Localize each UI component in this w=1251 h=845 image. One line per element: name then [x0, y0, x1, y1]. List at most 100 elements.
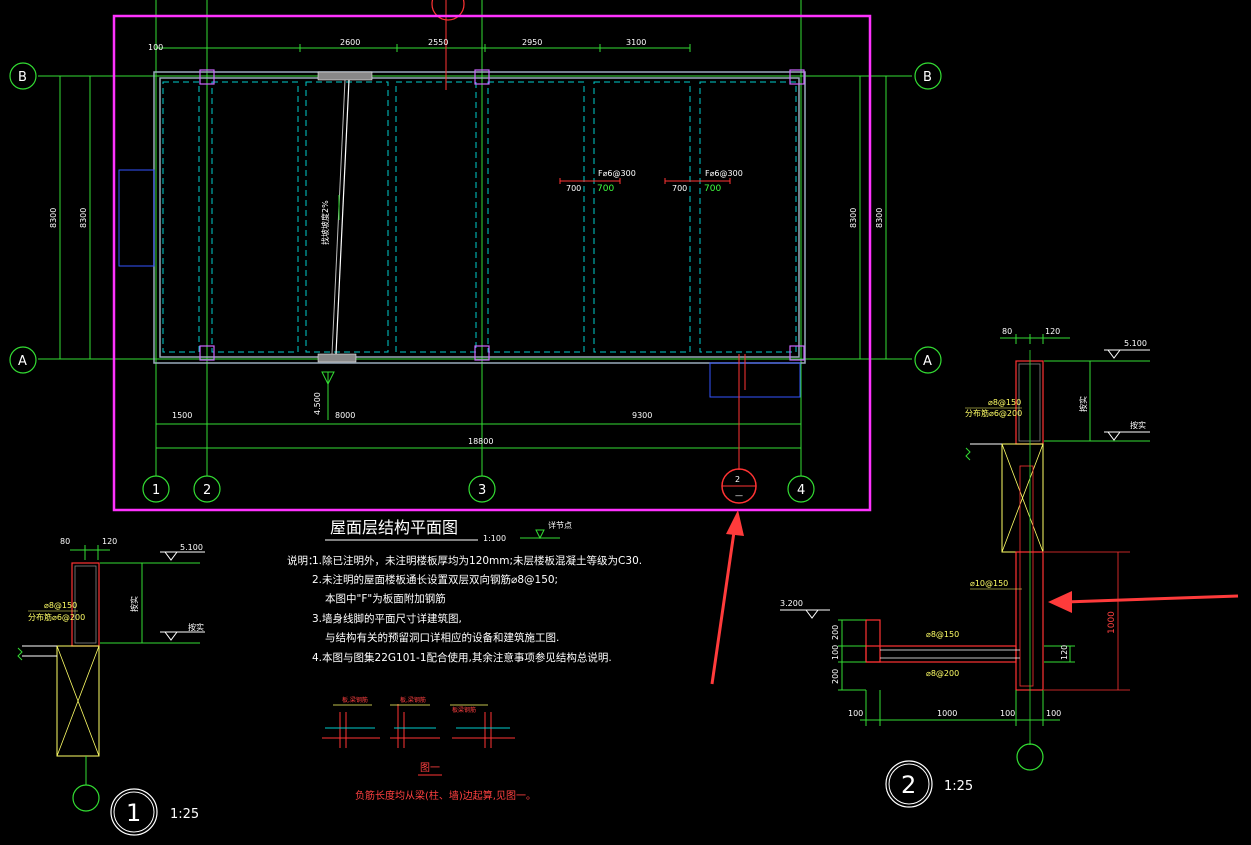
rebar-note-2: F⌀6@300 [705, 169, 743, 178]
columns [199, 69, 805, 361]
figure-note: 负筋长度均从梁(柱、墙)边起算,见图一。 [355, 789, 536, 802]
roof-structure-plan: 找坡坡度2% F⌀6@300 700 700 F⌀6@300 700 700 1… [9, 0, 942, 504]
dim-left-inner: 8300 [79, 208, 88, 228]
dim-top-2550: 2550 [428, 38, 448, 47]
d2-rebar-3: ⌀10@150 [970, 579, 1008, 588]
d1-elev: 5.100 [180, 543, 203, 552]
d2-side-label: 按实 [1078, 396, 1088, 412]
dim-top-2950: 2950 [522, 38, 542, 47]
red-lines [445, 0, 746, 470]
plan-scale: 1:100 [483, 534, 506, 543]
svg-text:1:25: 1:25 [170, 807, 199, 822]
d2-vdim-3: 200 [831, 669, 840, 684]
dim-left-outer: 8300 [49, 208, 58, 228]
d2-rebar-5: ⌀8@200 [926, 669, 959, 678]
d1-dim-80: 80 [60, 537, 70, 546]
svg-text:2: 2 [901, 771, 916, 799]
plan-dimensions: 100 2600 2550 2950 3100 8300 8300 8300 8… [49, 38, 884, 446]
detail-2: 80 120 5.100 按实 按实 ⌀8@150 分布筋⌀6@200 ⌀10@… [780, 327, 1150, 808]
note-line-1: 1.除已注明外，未注明楼板厚均为120mm;未层楼板混凝土等级为C30. [312, 554, 642, 567]
detail-2-label: 2 1:25 [885, 760, 973, 808]
svg-text:1: 1 [126, 799, 141, 827]
axis-bubble-1: 1 [142, 475, 170, 503]
d2-dim-80: 80 [1002, 327, 1012, 336]
dim-total: 18800 [468, 437, 493, 446]
dim-bottom-9300: 9300 [632, 411, 652, 420]
slope-text: 找坡坡度2% [320, 200, 330, 245]
axis-bubble-B-right: B [914, 62, 942, 90]
svg-text:2: 2 [735, 475, 740, 484]
dim-right-inner: 8300 [849, 208, 858, 228]
d2-vdim-2: 100 [831, 645, 840, 660]
left-opening [118, 169, 155, 267]
svg-text:B: B [18, 70, 27, 85]
d2-rebar-2: 分布筋⌀6@200 [965, 408, 1022, 418]
figure-caption: 图一 [420, 762, 440, 774]
d2-dim-120: 120 [1045, 327, 1060, 336]
d1-side-label: 按实 [129, 596, 139, 612]
d2-bdim-3: 100 [1000, 709, 1015, 718]
d2-vdim-1: 200 [831, 625, 840, 640]
svg-text:B: B [923, 70, 932, 85]
fig-label-2: 板,梁钢筋 [400, 696, 426, 704]
fig-label-3: 板梁钢筋 [452, 706, 476, 714]
rebar-note-2-left: 700 [672, 184, 687, 193]
rebar-note-1-right: 700 [597, 184, 614, 194]
note-line-4: 3.墙身线脚的平面尺寸详建筑图, [312, 612, 462, 625]
d2-mark: 按实 [1130, 420, 1146, 430]
svg-text:A: A [923, 354, 932, 369]
axis-bubble-A-right: A [914, 346, 942, 374]
bottom-opening [709, 362, 801, 398]
svg-text:—: — [735, 491, 743, 500]
note-line-5: 与结构有关的预留洞口详相应的设备和建筑施工图. [325, 631, 559, 644]
dim-top-100: 100 [148, 43, 163, 52]
axis-bubble-A-left: A [9, 346, 37, 374]
axis-bubble-2: 2 [193, 475, 221, 503]
plan-title: 屋面层结构平面图 [330, 518, 458, 537]
d1-dim-120: 120 [102, 537, 117, 546]
dimension-lines [59, 44, 887, 449]
detail-1: 80 120 5.100 按实 按实 ⌀8@150 分布筋⌀6@200 1 1:… [17, 537, 205, 836]
detail-1-label: 1 1:25 [110, 788, 199, 836]
slab-panels [162, 81, 797, 353]
svg-text:2: 2 [203, 483, 211, 498]
figure-one: 板,梁钢筋 板,梁钢筋 板梁钢筋 图一 负筋长度均从梁(柱、墙)边起算,见图一。 [322, 696, 536, 802]
rebar-note-1: F⌀6@300 [598, 169, 636, 178]
slope-element: 找坡坡度2% [317, 71, 373, 363]
d2-bdim-1: 100 [848, 709, 863, 718]
d2-dim-120: 120 [1060, 645, 1069, 660]
svg-text:A: A [18, 354, 27, 369]
d1-rebar-2: 分布筋⌀6@200 [28, 612, 85, 622]
viewport-frame[interactable] [112, 14, 872, 512]
rebar-notes: F⌀6@300 700 700 F⌀6@300 700 700 [559, 169, 743, 194]
d2-dim-1000-v: 1000 [1107, 611, 1117, 634]
d2-bdim-4: 100 [1046, 709, 1061, 718]
annotation-arrow-column [1048, 591, 1239, 613]
d2-bdim-2: 1000 [937, 709, 957, 718]
section-marker: 2 — [721, 468, 757, 504]
d2-elev-left: 3.200 [780, 599, 803, 608]
svg-text:1: 1 [152, 483, 160, 498]
svg-text:1:25: 1:25 [944, 779, 973, 794]
plan-small-label: 详节点 [548, 520, 572, 530]
d1-rebar-1: ⌀8@150 [44, 601, 77, 610]
cad-drawing-canvas[interactable]: 找坡坡度2% F⌀6@300 700 700 F⌀6@300 700 700 1… [0, 0, 1251, 845]
note-line-6: 4.本图与图集22G101-1配合使用,其余注意事项参见结构总说明. [312, 651, 612, 664]
dim-top-2600: 2600 [340, 38, 360, 47]
design-notes: 说明： 1.除已注明外，未注明楼板厚均为120mm;未层楼板混凝土等级为C30.… [287, 554, 642, 664]
rebar-note-1-left: 700 [566, 184, 581, 193]
d2-rebar-4: ⌀8@150 [926, 630, 959, 639]
dim-right-outer: 8300 [875, 208, 884, 228]
building-outline [153, 71, 806, 364]
d1-mark: 按实 [188, 622, 204, 632]
dim-bottom-1500: 1500 [172, 411, 192, 420]
dim-bottom-8000: 8000 [335, 411, 355, 420]
plan-title-block: 屋面层结构平面图 1:100 详节点 [325, 518, 572, 543]
fig-label-1: 板,梁钢筋 [342, 696, 368, 704]
svg-text:3: 3 [478, 483, 486, 498]
d2-elev-top: 5.100 [1124, 339, 1147, 348]
svg-text:4: 4 [797, 483, 805, 498]
rebar-note-2-right: 700 [704, 184, 721, 194]
annotation-arrow-section [710, 510, 744, 685]
note-line-2: 2.未注明的屋面楼板通长设置双层双向钢筋⌀8@150; [312, 573, 558, 586]
